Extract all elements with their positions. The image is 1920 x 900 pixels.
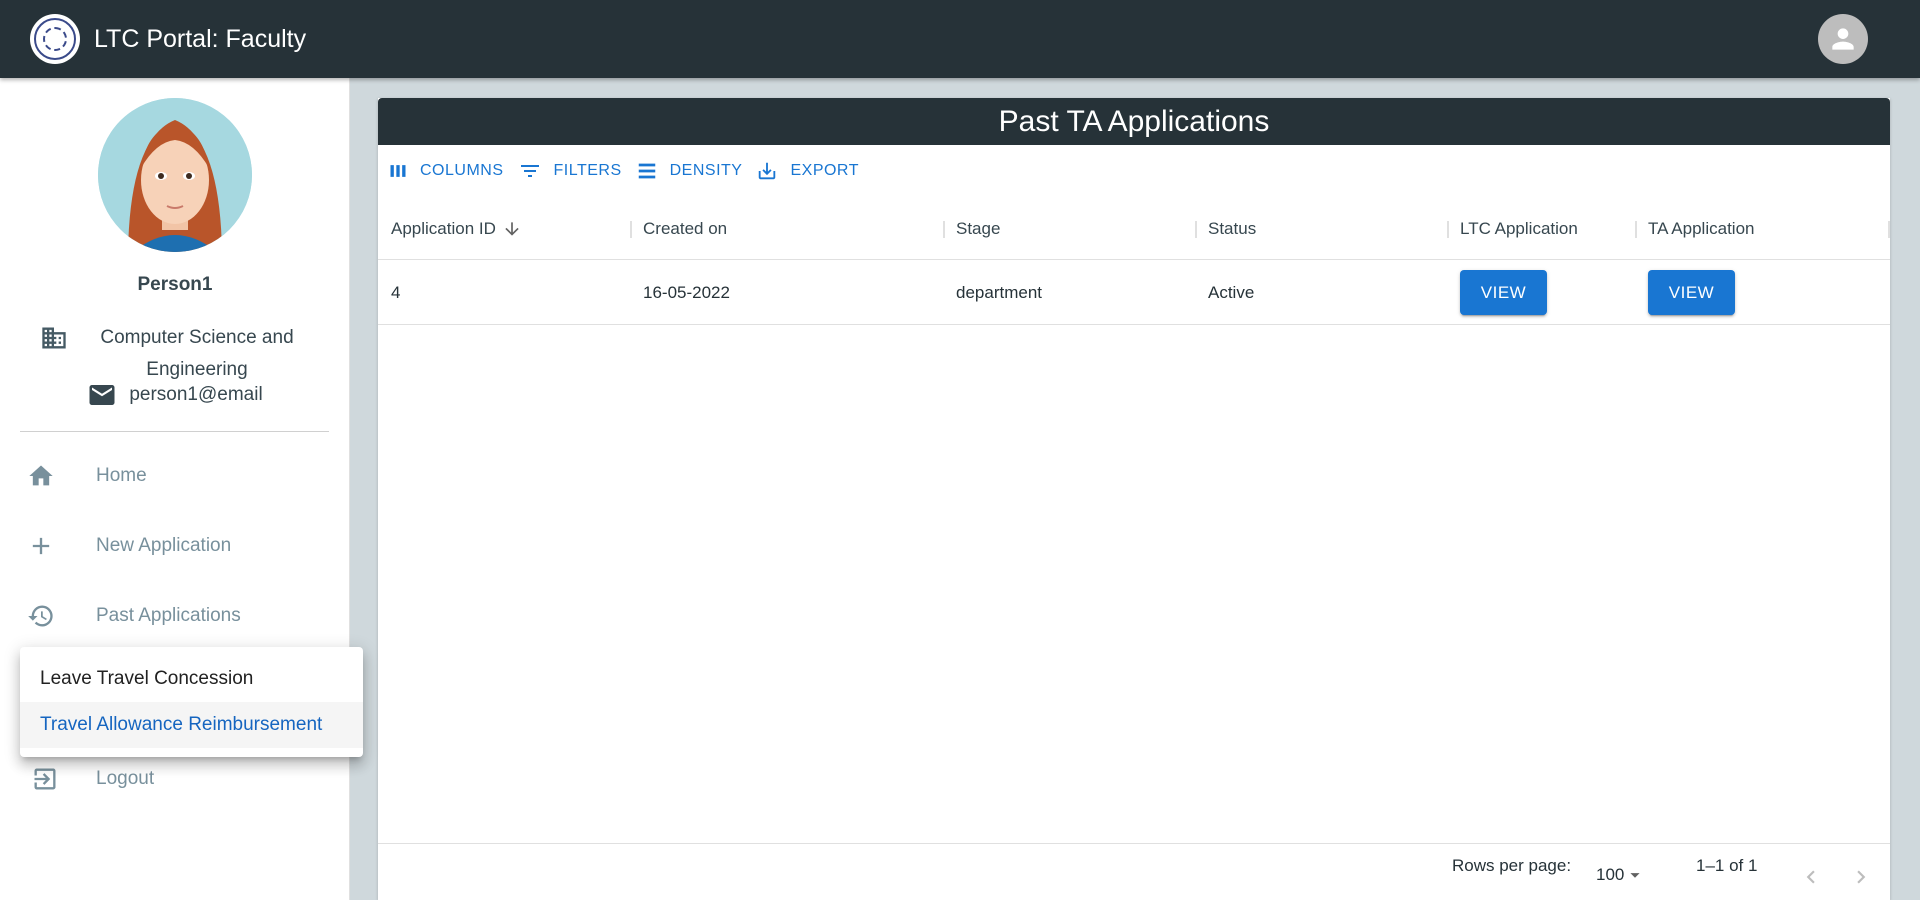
view-ta-application-button[interactable]: VIEW — [1648, 270, 1735, 315]
column-header-stage[interactable]: Stage — [956, 197, 1000, 260]
filters-button[interactable]: FILTERS — [518, 159, 622, 183]
cell-stage: department — [956, 282, 1042, 302]
menu-item-travel-allowance-reimbursement[interactable]: Travel Allowance Reimbursement — [20, 702, 363, 748]
density-icon — [638, 163, 655, 179]
past-applications-menu: Leave Travel Concession Travel Allowance… — [20, 647, 363, 757]
sidebar-item-logout[interactable]: Logout — [0, 751, 350, 807]
department-info: Computer Science and Engineering — [40, 322, 320, 386]
column-separator[interactable] — [1635, 221, 1637, 238]
column-header-status[interactable]: Status — [1208, 197, 1256, 260]
home-icon — [29, 465, 53, 486]
cell-ta-application: VIEW — [1648, 260, 1735, 325]
density-button[interactable]: DENSITY — [636, 160, 743, 182]
columns-button[interactable]: COLUMNS — [388, 161, 504, 181]
table-header: Application ID Created on Stage Status L… — [378, 197, 1890, 260]
mail-icon — [89, 385, 115, 405]
column-header-ta-application[interactable]: TA Application — [1648, 197, 1754, 260]
download-icon — [759, 162, 776, 180]
column-separator[interactable] — [943, 221, 945, 238]
filter-icon — [520, 165, 539, 177]
institute-logo — [30, 14, 80, 64]
sidebar-item-label: Home — [96, 465, 147, 486]
table-footer: Rows per page: 100 1–1 of 1 — [378, 843, 1890, 900]
export-label: EXPORT — [790, 162, 859, 179]
app-bar: LTC Portal: Faculty — [0, 0, 1920, 78]
history-icon — [28, 605, 53, 627]
column-header-application-id[interactable]: Application ID — [391, 197, 522, 260]
column-separator[interactable] — [630, 221, 632, 238]
rows-per-page-select[interactable]: 100 — [1596, 864, 1646, 886]
cell-ltc-application: VIEW — [1460, 260, 1547, 325]
rows-per-page-label: Rows per page: — [1452, 856, 1572, 875]
logout-icon — [34, 768, 56, 790]
account-icon[interactable] — [1818, 14, 1868, 64]
column-separator[interactable] — [1888, 221, 1890, 238]
sidebar-divider — [20, 431, 329, 432]
column-header-created-on[interactable]: Created on — [643, 197, 727, 260]
view-ltc-application-button[interactable]: VIEW — [1460, 270, 1547, 315]
sidebar-item-label: New Application — [96, 535, 232, 556]
pagination-info: 1–1 of 1 — [1696, 856, 1758, 875]
building-icon — [42, 327, 66, 349]
cell-status: Active — [1208, 282, 1255, 302]
cell-created-on: 16-05-2022 — [643, 282, 730, 302]
cell-application-id: 4 — [391, 282, 401, 302]
caret-down-icon — [1630, 873, 1640, 878]
email-address: person1@email — [129, 384, 263, 405]
column-separator[interactable] — [1447, 221, 1449, 238]
grid-toolbar: COLUMNS FILTERS DENSITY EXPORT — [378, 145, 1890, 197]
department-name: Computer Science and Engineering — [100, 327, 294, 380]
sidebar-item-label: Logout — [96, 768, 155, 789]
sidebar-item-home[interactable]: Home — [0, 448, 350, 504]
sidebar-item-label: Past Applications — [96, 605, 241, 626]
previous-page-icon[interactable] — [1798, 864, 1824, 890]
sidebar: Person1 Computer Science and Engineering… — [0, 78, 350, 900]
rows-per-page-value: 100 — [1596, 865, 1625, 884]
filters-label: FILTERS — [553, 162, 622, 179]
sidebar-item-past-applications[interactable]: Past Applications — [0, 588, 350, 644]
plus-icon — [32, 537, 50, 555]
menu-item-leave-travel-concession[interactable]: Leave Travel Concession — [20, 656, 363, 702]
applications-card: Past TA Applications COLUMNS FILTERS DEN… — [378, 98, 1890, 900]
next-page-icon[interactable] — [1848, 864, 1874, 890]
sidebar-item-new-application[interactable]: New Application — [0, 518, 350, 574]
column-header-ltc-application[interactable]: LTC Application — [1460, 197, 1578, 260]
sort-arrow-down-icon[interactable] — [502, 219, 522, 239]
columns-icon — [390, 165, 406, 177]
export-button[interactable]: EXPORT — [756, 160, 859, 182]
density-label: DENSITY — [669, 162, 743, 179]
table-row: 4 16-05-2022 department Active VIEW VIEW — [378, 260, 1890, 325]
page-title: Past TA Applications — [378, 98, 1890, 145]
profile-avatar — [98, 98, 252, 252]
profile-name: Person1 — [137, 274, 213, 295]
email-info: person1@email — [0, 380, 350, 410]
columns-label: COLUMNS — [420, 162, 504, 179]
app-title: LTC Portal: Faculty — [94, 24, 307, 53]
column-separator[interactable] — [1195, 221, 1197, 238]
